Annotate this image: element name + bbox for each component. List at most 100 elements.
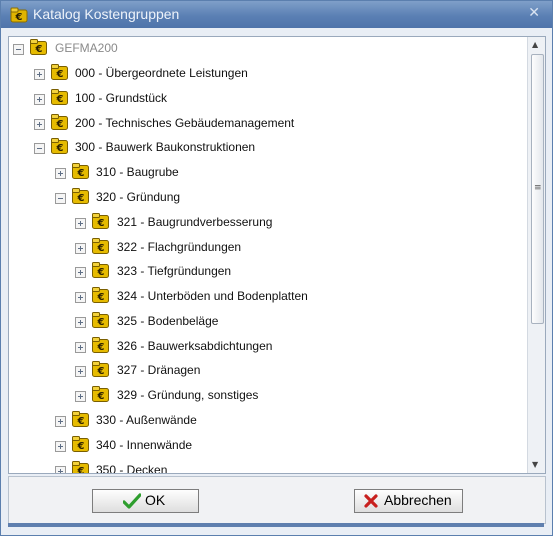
- ok-button[interactable]: OK: [92, 489, 199, 513]
- tree-panel: € GEFMA200 € 000 - Übergeordnete Leistun…: [8, 36, 546, 474]
- tree-node-label: 350 - Decken: [96, 463, 168, 473]
- tree-node-321[interactable]: € 321 - Baugrundverbesserung: [9, 213, 509, 235]
- svg-text:€: €: [97, 292, 105, 303]
- collapse-toggle[interactable]: [13, 44, 24, 55]
- tree-node-320[interactable]: € 320 - Gründung: [9, 188, 509, 210]
- expand-toggle[interactable]: [75, 342, 86, 353]
- expand-toggle[interactable]: [55, 168, 66, 179]
- svg-text:€: €: [77, 416, 85, 427]
- checkmark-icon: [122, 493, 142, 512]
- tree-node-300[interactable]: € 300 - Bauwerk Baukonstruktionen: [9, 138, 509, 160]
- tree-node-325[interactable]: € 325 - Bodenbeläge: [9, 312, 509, 334]
- cross-icon: [363, 493, 379, 512]
- expand-toggle[interactable]: [34, 69, 45, 80]
- tree-node-label: 326 - Bauwerksabdichtungen: [117, 339, 273, 353]
- tree-node-label: 340 - Innenwände: [96, 438, 193, 452]
- expand-toggle[interactable]: [75, 391, 86, 402]
- tree-root[interactable]: € GEFMA200: [9, 39, 509, 61]
- tree-node-label: 322 - Flachgründungen: [117, 240, 242, 254]
- tree-node-350[interactable]: € 350 - Decken: [9, 461, 509, 473]
- euro-coin-folder-icon: €: [92, 386, 109, 402]
- tree-node-label: 200 - Technisches Gebäudemanagement: [75, 116, 295, 130]
- euro-coin-folder-icon: €: [51, 138, 68, 154]
- svg-text:€: €: [15, 12, 23, 23]
- svg-text:€: €: [77, 466, 85, 473]
- tree-node-label: GEFMA200: [55, 41, 118, 55]
- svg-text:€: €: [97, 243, 105, 254]
- tree-node-322[interactable]: € 322 - Flachgründungen: [9, 238, 509, 260]
- tree-node-label: 327 - Dränagen: [117, 363, 201, 377]
- tree-node-label: 324 - Unterböden und Bodenplatten: [117, 289, 308, 303]
- collapse-toggle[interactable]: [34, 143, 45, 154]
- euro-coin-folder-icon: €: [72, 163, 89, 179]
- svg-text:€: €: [56, 119, 64, 130]
- expand-toggle[interactable]: [75, 243, 86, 254]
- expand-toggle[interactable]: [55, 466, 66, 473]
- tree-view[interactable]: € GEFMA200 € 000 - Übergeordnete Leistun…: [9, 37, 527, 473]
- svg-text:€: €: [77, 168, 85, 179]
- tree-node-200[interactable]: € 200 - Technisches Gebäudemanagement: [9, 114, 509, 136]
- button-bar: OK Abbrechen: [8, 476, 546, 524]
- euro-coin-folder-icon: €: [92, 238, 109, 254]
- close-icon[interactable]: ✕: [528, 5, 540, 21]
- euro-coin-folder-icon: €: [72, 461, 89, 473]
- euro-coin-folder-icon: €: [92, 287, 109, 303]
- tree-node-000[interactable]: € 000 - Übergeordnete Leistungen: [9, 64, 509, 86]
- tree-node-label: 321 - Baugrundverbesserung: [117, 215, 273, 229]
- euro-coin-folder-icon: €: [92, 361, 109, 377]
- tree-node-323[interactable]: € 323 - Tiefgründungen: [9, 262, 509, 284]
- expand-toggle[interactable]: [75, 366, 86, 377]
- expand-toggle[interactable]: [55, 441, 66, 452]
- svg-text:€: €: [97, 317, 105, 328]
- euro-coin-folder-icon: €: [92, 213, 109, 229]
- scroll-up-arrow-icon[interactable]: ▲: [532, 40, 538, 49]
- expand-toggle[interactable]: [75, 317, 86, 328]
- euro-coin-folder-icon: €: [51, 89, 68, 105]
- svg-text:€: €: [56, 69, 64, 80]
- expand-toggle[interactable]: [34, 119, 45, 130]
- expand-toggle[interactable]: [55, 416, 66, 427]
- dialog-title: Katalog Kostengruppen: [33, 6, 180, 22]
- expand-toggle[interactable]: [75, 218, 86, 229]
- expand-toggle[interactable]: [75, 292, 86, 303]
- tree-node-label: 000 - Übergeordnete Leistungen: [75, 66, 248, 80]
- svg-text:€: €: [56, 143, 64, 154]
- cancel-button-label: Abbrechen: [384, 492, 452, 508]
- euro-coin-folder-icon: €: [92, 337, 109, 353]
- svg-text:€: €: [77, 441, 85, 452]
- collapse-toggle[interactable]: [55, 193, 66, 204]
- tree-node-label: 330 - Außenwände: [96, 413, 197, 427]
- tree-node-327[interactable]: € 327 - Dränagen: [9, 361, 509, 383]
- svg-text:€: €: [97, 342, 105, 353]
- window-bottom-edge: [8, 523, 544, 527]
- tree-node-330[interactable]: € 330 - Außenwände: [9, 411, 509, 433]
- euro-coin-folder-icon: €: [92, 262, 109, 278]
- scrollbar-thumb[interactable]: ≡: [531, 54, 544, 324]
- euro-coin-folder-icon: €: [30, 39, 47, 55]
- tree-node-329[interactable]: € 329 - Gründung, sonstiges: [9, 386, 509, 408]
- expand-toggle[interactable]: [34, 94, 45, 105]
- tree-node-340[interactable]: € 340 - Innenwände: [9, 436, 509, 458]
- expand-toggle[interactable]: [75, 267, 86, 278]
- tree-node-label: 325 - Bodenbeläge: [117, 314, 219, 328]
- tree-node-310[interactable]: € 310 - Baugrube: [9, 163, 509, 185]
- tree-node-324[interactable]: € 324 - Unterböden und Bodenplatten: [9, 287, 509, 309]
- grip-icon: ≡: [534, 183, 542, 193]
- tree-node-label: 310 - Baugrube: [96, 165, 179, 179]
- tree-node-label: 100 - Grundstück: [75, 91, 168, 105]
- euro-coin-folder-icon: €: [72, 411, 89, 427]
- cancel-button[interactable]: Abbrechen: [354, 489, 463, 513]
- tree-node-100[interactable]: € 100 - Grundstück: [9, 89, 509, 111]
- vertical-scrollbar[interactable]: ▲ ≡ ▼: [527, 37, 545, 473]
- title-bar[interactable]: € Katalog Kostengruppen ✕: [1, 1, 552, 28]
- svg-text:€: €: [77, 193, 85, 204]
- svg-text:€: €: [97, 267, 105, 278]
- euro-folder-icon: €: [10, 7, 28, 26]
- scroll-down-arrow-icon[interactable]: ▼: [532, 460, 538, 469]
- tree-node-326[interactable]: € 326 - Bauwerksabdichtungen: [9, 337, 509, 359]
- catalog-dialog: € Katalog Kostengruppen ✕ € GEFMA200 € 0…: [0, 0, 553, 536]
- euro-coin-folder-icon: €: [51, 114, 68, 130]
- tree-node-label: 320 - Gründung: [96, 190, 181, 204]
- svg-text:€: €: [97, 218, 105, 229]
- euro-coin-folder-icon: €: [72, 188, 89, 204]
